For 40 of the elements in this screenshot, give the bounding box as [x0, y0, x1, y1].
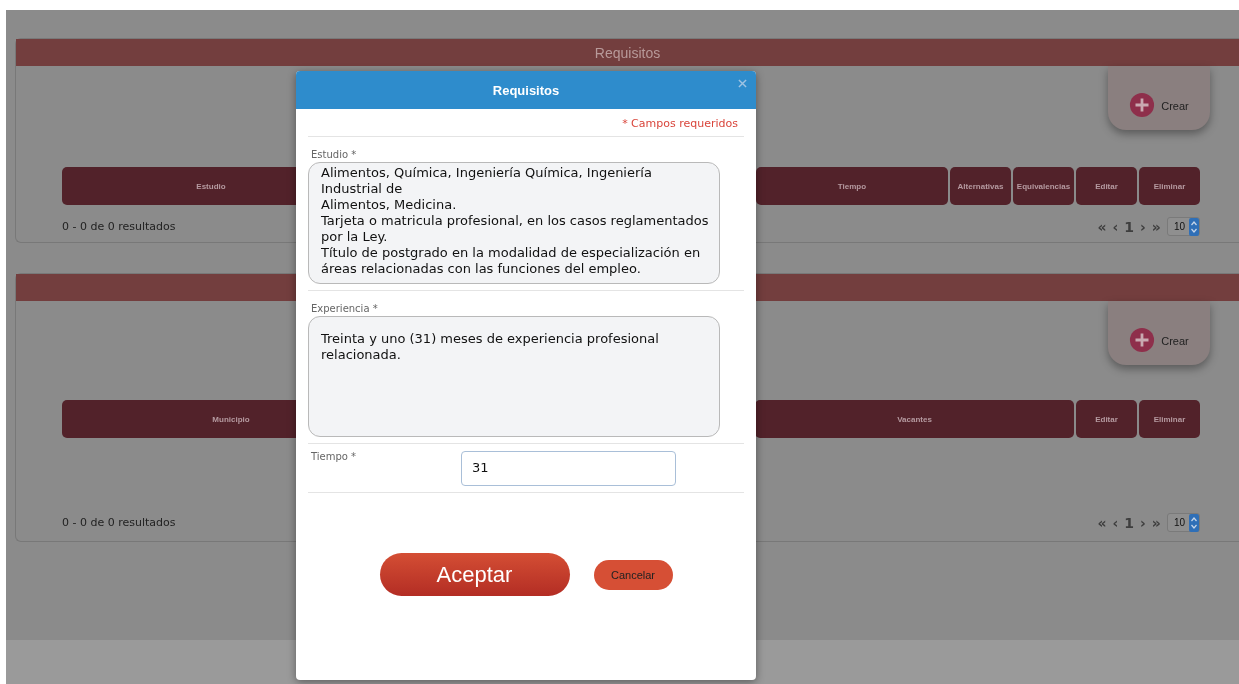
table-header-cell: Editar — [1076, 400, 1137, 438]
table-header-cell: Tiempo — [756, 167, 948, 205]
accept-button[interactable]: Aceptar — [379, 553, 570, 596]
table-header-cell: Eliminar — [1139, 167, 1200, 205]
last-page-button[interactable]: » — [1151, 514, 1161, 531]
spinner-icon — [1189, 217, 1199, 236]
results-count: 0 - 0 de 0 resultados — [62, 220, 176, 233]
first-page-button[interactable]: « — [1097, 218, 1107, 235]
previous-page-button[interactable]: ‹ — [1112, 514, 1119, 531]
text-area[interactable]: Alimentos, Química, Ingeniería Química, Ingeniería Industrial de Alimentos, Medicina. Tarjeta o matricula profesional, en los casos reglamentados por la Ley. Título de postgrado en la modalidad de especialización en áreas relacionadas con las funciones del empleo. — [308, 162, 720, 284]
close-icon[interactable] — [738, 79, 747, 88]
field-label: Experiencia * — [311, 303, 379, 314]
results-count: 0 - 0 de 0 resultados — [62, 516, 176, 529]
page-number[interactable]: 1 — [1124, 218, 1135, 235]
table-header-cell: Vacantes — [755, 400, 1074, 438]
plus-icon — [1129, 92, 1156, 118]
text-area[interactable]: Treinta y uno (31) meses de experiencia profesional relacionada. — [308, 316, 720, 437]
page-number[interactable]: 1 — [1124, 514, 1135, 531]
first-page-button[interactable]: « — [1097, 514, 1107, 531]
page-size-select[interactable]: 10 — [1166, 513, 1200, 532]
field-label: Estudio * — [311, 149, 358, 160]
create-button[interactable]: Crear — [1108, 66, 1210, 130]
panel-title: Requisitos — [594, 44, 661, 61]
last-page-button[interactable]: » — [1151, 218, 1161, 235]
table-header-cell: Equivalencias — [1013, 167, 1074, 205]
create-button[interactable]: Crear — [1108, 301, 1210, 365]
modal-title: Requisitos — [492, 82, 560, 98]
input-field[interactable]: 31 — [461, 451, 676, 486]
next-page-button[interactable]: › — [1140, 514, 1146, 531]
table-header-cell: Editar — [1076, 167, 1137, 205]
table-header-cell: Alternativas — [950, 167, 1011, 205]
spinner-icon — [1189, 513, 1199, 532]
page-size-select[interactable]: 10 — [1166, 217, 1200, 236]
required-note: * Campos requeridos — [622, 117, 738, 130]
next-page-button[interactable]: › — [1140, 218, 1146, 235]
plus-icon — [1129, 327, 1156, 353]
previous-page-button[interactable]: ‹ — [1112, 218, 1119, 235]
cancel-button[interactable]: Cancelar — [593, 559, 673, 590]
field-label: Tiempo * — [311, 451, 357, 462]
table-header-cell: Eliminar — [1139, 400, 1200, 438]
